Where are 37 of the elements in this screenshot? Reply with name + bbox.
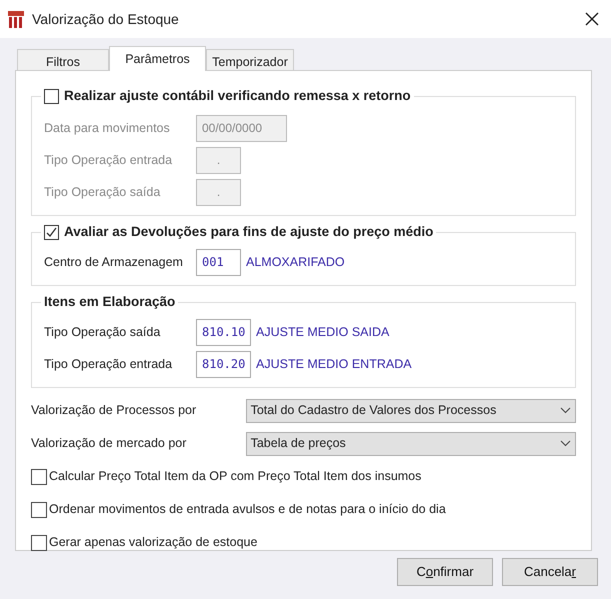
group-title: Itens em Elaboração <box>44 293 176 311</box>
chevron-down-icon <box>560 407 571 414</box>
group-title: Avaliar as Devoluções para fins de ajuste do preço médio <box>64 223 434 241</box>
checkbox[interactable] <box>31 534 47 550</box>
field-description: AJUSTE MEDIO SAIDA <box>256 324 390 341</box>
checkbox[interactable] <box>44 224 59 240</box>
field-label: Valorização de Processos por <box>31 402 198 420</box>
input-field[interactable]: 810.20 <box>196 350 251 378</box>
dialog-button[interactable]: Cancelar <box>502 558 598 586</box>
dialog-button[interactable]: Confirmar <box>397 558 493 586</box>
dropdown[interactable]: Tabela de preços <box>246 432 576 456</box>
tab[interactable]: Temporizador <box>206 49 294 70</box>
checkbox-label: Ordenar movimentos de entrada avulsos e de notas para o início do dia <box>49 501 446 518</box>
tab[interactable]: Filtros <box>17 49 109 70</box>
field-description: ALMOXARIFADO <box>246 254 345 271</box>
field-label: Centro de Armazenagem <box>44 254 184 271</box>
window-title: Valorização do Estoque <box>32 10 179 29</box>
field-label: Data para movimentos <box>44 120 171 137</box>
field-label: Valorização de mercado por <box>31 435 188 452</box>
checkbox[interactable] <box>44 88 59 104</box>
field-label: Tipo Operação saída <box>44 184 162 201</box>
close-icon <box>585 12 599 26</box>
input-field[interactable]: 810.10 <box>196 318 251 346</box>
field-label: Tipo Operação saída <box>44 324 162 341</box>
tab[interactable]: Parâmetros <box>109 46 206 71</box>
field-label: Tipo Operação entrada <box>44 152 174 169</box>
field-description: AJUSTE MEDIO ENTRADA <box>256 356 412 373</box>
chevron-down-icon <box>560 440 571 447</box>
group-title: Realizar ajuste contábil verificando remessa x retorno <box>64 87 411 105</box>
checkbox-label: Calcular Preço Total Item da OP com Preço Total Item dos insumos <box>49 468 422 486</box>
checkbox-label: Gerar apenas valorização de estoque <box>49 534 258 552</box>
dropdown[interactable]: Total do Cadastro de Valores dos Processos <box>246 398 576 422</box>
app-logo-icon <box>8 9 24 29</box>
checkbox[interactable] <box>31 468 47 484</box>
checkbox[interactable] <box>31 502 47 518</box>
field-label: Tipo Operação entrada <box>44 356 174 373</box>
input-field[interactable]: 001 <box>196 248 241 276</box>
